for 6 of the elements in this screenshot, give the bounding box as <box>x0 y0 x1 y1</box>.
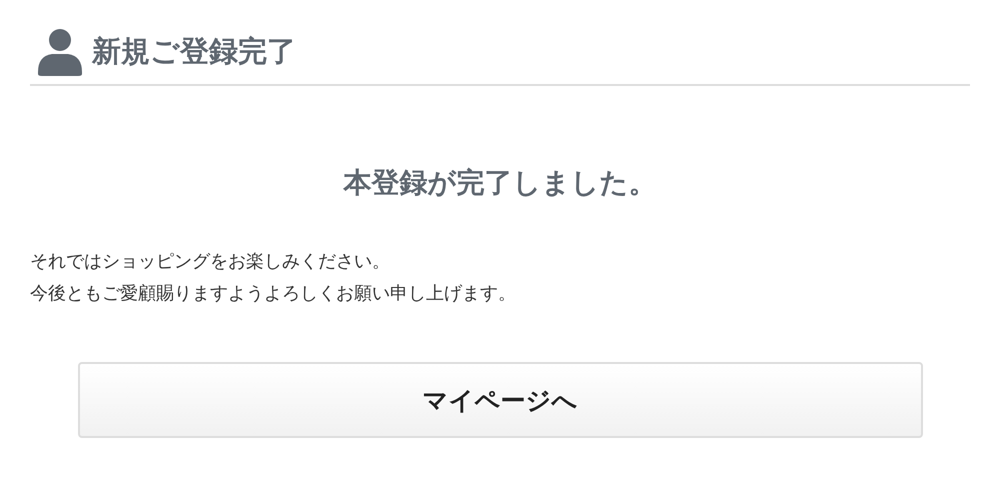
message-text: それではショッピングをお楽しみください。 <box>30 250 391 274</box>
page-title: 新規ご登録完了 <box>92 33 296 70</box>
completion-heading: 本登録が完了しました。 <box>342 165 658 201</box>
user-icon <box>38 28 82 76</box>
mypage-button[interactable]: マイページへ <box>78 362 922 438</box>
message-text: 今後ともご愛顧賜りますようよろしくお願い申し上げます。 <box>30 282 517 306</box>
